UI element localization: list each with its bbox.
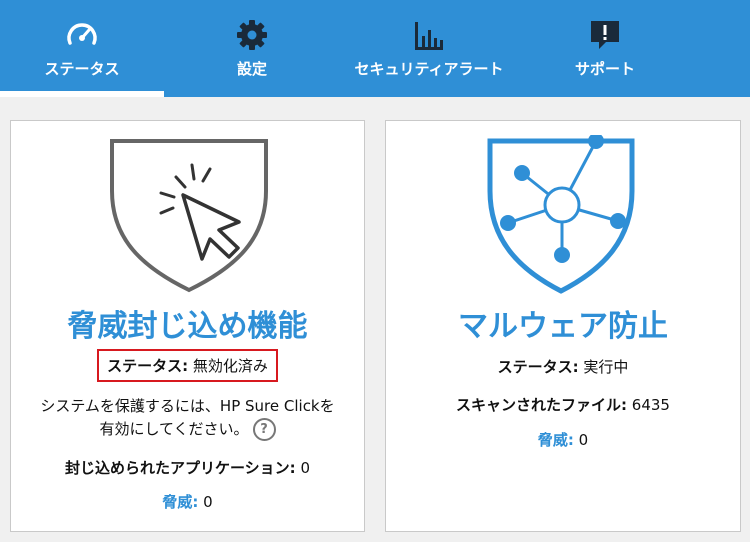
containment-threats-link[interactable]: 脅威: (162, 493, 198, 511)
containment-description-line1: システムを保護するには、HP Sure Clickを (40, 397, 335, 415)
tab-settings[interactable]: 設定 (170, 0, 334, 97)
shield-network-icon (487, 135, 635, 294)
containment-status-value: 無効化済み (192, 357, 268, 375)
containment-description-line2-row: 有効にしてください。? (11, 418, 364, 441)
threat-containment-title: 脅威封じ込め機能 (67, 309, 308, 344)
containment-status-label: ステータス: (107, 357, 189, 375)
tab-status-label: ステータス (44, 60, 120, 78)
containment-description-line2: 有効にしてください。 (99, 420, 249, 438)
containment-threats-row: 脅威: 0 (11, 491, 364, 512)
malware-status-row: ステータス: 実行中 (386, 356, 740, 377)
tab-support-label: サポート (574, 60, 636, 78)
gear-icon (237, 20, 267, 50)
scanned-files-value: 6435 (631, 396, 670, 414)
tab-security-alerts-label: セキュリティアラート (354, 60, 504, 78)
malware-threats-value: 0 (578, 431, 589, 449)
tab-support[interactable]: サポート (523, 0, 687, 97)
contained-apps-row: 封じ込められたアプリケーション: 0 (11, 457, 364, 478)
bar-chart-icon (415, 22, 443, 50)
malware-protection-card: マルウェア防止 ステータス: 実行中 スキャンされたファイル: 6435 脅威:… (385, 120, 741, 532)
shield-cursor-icon (110, 139, 268, 293)
tab-settings-label: 設定 (236, 60, 268, 78)
contained-apps-value: 0 (300, 459, 311, 477)
scanned-files-row: スキャンされたファイル: 6435 (386, 394, 740, 415)
tab-security-alerts[interactable]: セキュリティアラート (347, 0, 511, 97)
malware-threats-link[interactable]: 脅威: (538, 431, 574, 449)
containment-status-row: ステータス: 無効化済み (11, 349, 364, 382)
malware-status-value: 実行中 (583, 358, 629, 376)
active-tab-indicator (0, 91, 164, 97)
malware-status-label: ステータス: (497, 358, 579, 376)
tab-status[interactable]: ステータス (0, 0, 164, 97)
contained-apps-label: 封じ込められたアプリケーション: (64, 459, 296, 477)
speedometer-icon (67, 23, 97, 45)
containment-threats-value: 0 (203, 493, 213, 511)
threat-containment-card: 脅威封じ込め機能 ステータス: 無効化済み システムを保護するには、HP Sur… (10, 120, 365, 532)
scanned-files-label: スキャンされたファイル: (456, 396, 628, 414)
help-icon[interactable]: ? (252, 418, 276, 441)
malware-threats-row: 脅威: 0 (386, 429, 740, 450)
status-highlight-box: ステータス: 無効化済み (97, 349, 278, 382)
top-navigation: ステータス 設定 セキュリティアラート サポート (0, 0, 750, 97)
alert-chat-icon (591, 21, 619, 49)
malware-protection-title: マルウェア防止 (458, 309, 668, 344)
